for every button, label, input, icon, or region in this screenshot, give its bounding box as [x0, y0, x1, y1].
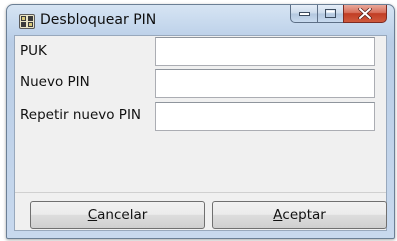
unlock-pin-dialog: Desbloquear PIN PUK Nuevo PIN Repetir nu… [6, 4, 395, 239]
minimize-button[interactable] [290, 5, 317, 23]
new-pin-label: Nuevo PIN [20, 74, 90, 90]
maximize-icon [325, 9, 336, 18]
accept-mnemonic: A [273, 207, 283, 223]
window-title: Desbloquear PIN [40, 12, 157, 28]
new-pin-input[interactable] [155, 69, 375, 98]
close-button[interactable] [343, 5, 387, 23]
caption-buttons [290, 5, 387, 24]
accept-label: ceptar [282, 207, 326, 223]
minimize-icon [298, 11, 310, 16]
close-icon [358, 8, 372, 19]
maximize-button[interactable] [317, 5, 343, 23]
repeat-new-pin-input[interactable] [155, 102, 375, 131]
smartcard-app-icon [19, 14, 35, 29]
puk-input[interactable] [155, 37, 375, 66]
repeat-new-pin-label: Repetir nuevo PIN [20, 107, 142, 123]
puk-label: PUK [20, 43, 47, 59]
accept-button[interactable]: Aceptar [212, 201, 387, 229]
cancel-mnemonic: C [87, 207, 98, 223]
cancel-button[interactable]: Cancelar [30, 201, 205, 229]
dialog-client-area: PUK Nuevo PIN Repetir nuevo PIN Cancelar… [14, 35, 387, 231]
title-bar[interactable]: Desbloquear PIN [7, 5, 394, 35]
cancel-label: ancelar [97, 207, 148, 223]
button-divider [15, 192, 386, 193]
